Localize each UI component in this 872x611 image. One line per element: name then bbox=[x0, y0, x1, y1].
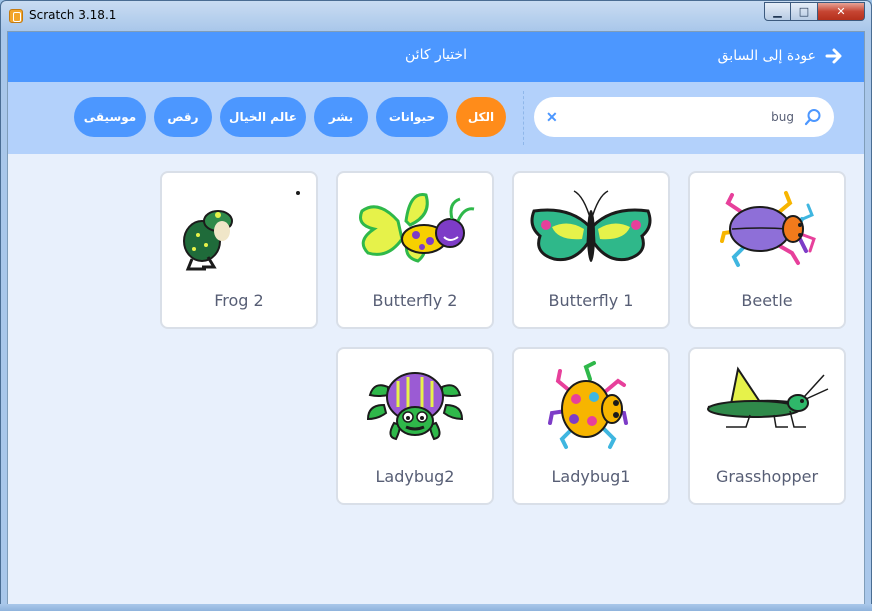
sprite-grid: Beetle Butterfly 1 Butterfly 2 Frog 2 Gr… bbox=[8, 154, 864, 604]
app-window: Scratch 3.18.1 ▁ □ ✕ اختيار كائن عودة إل… bbox=[0, 0, 872, 611]
search-input[interactable] bbox=[557, 110, 804, 124]
ladybug2-image bbox=[366, 372, 464, 441]
minimize-button[interactable]: ▁ bbox=[764, 2, 791, 21]
sprite-card-butterfly-1[interactable]: Butterfly 1 bbox=[512, 171, 670, 329]
tag-fantasy[interactable]: عالم الخيال bbox=[220, 97, 306, 137]
back-button[interactable]: عودة إلى السابق bbox=[718, 46, 844, 66]
sprite-label: Butterfly 2 bbox=[372, 291, 458, 310]
clear-search-icon[interactable]: ✕ bbox=[546, 109, 558, 126]
sprite-label: Grasshopper bbox=[715, 467, 819, 486]
filter-bar: موسيقى رقص عالم الخيال بشر حيوانات الكل … bbox=[8, 82, 864, 154]
window-controls: ▁ □ ✕ bbox=[764, 2, 865, 22]
search-icon[interactable] bbox=[804, 108, 822, 126]
frog-2-image bbox=[183, 191, 300, 271]
sprite-card-butterfly-2[interactable]: Butterfly 2 bbox=[336, 171, 494, 329]
tag-filters: موسيقى رقص عالم الخيال بشر حيوانات الكل bbox=[74, 97, 506, 137]
beetle-image bbox=[720, 191, 816, 267]
butterfly-1-image bbox=[530, 190, 652, 262]
sprite-card-frog-2[interactable]: Frog 2 bbox=[160, 171, 318, 329]
tag-people[interactable]: بشر bbox=[314, 97, 368, 137]
sprite-label: Butterfly 1 bbox=[548, 291, 634, 310]
search-box: ✕ bbox=[534, 97, 834, 137]
sprite-library: اختيار كائن عودة إلى السابق موسيقى رقص ع… bbox=[7, 31, 865, 605]
sprite-card-beetle[interactable]: Beetle bbox=[688, 171, 846, 329]
sprite-label: Beetle bbox=[741, 291, 793, 310]
maximize-button[interactable]: □ bbox=[791, 2, 818, 21]
ladybug1-image bbox=[548, 361, 628, 449]
sprite-label: Frog 2 bbox=[214, 291, 264, 310]
window-bottom-border bbox=[0, 604, 872, 611]
sprite-card-ladybug2[interactable]: Ladybug2 bbox=[336, 347, 494, 505]
tag-dance[interactable]: رقص bbox=[154, 97, 212, 137]
window-title: Scratch 3.18.1 bbox=[29, 8, 117, 22]
scratch-app-icon bbox=[9, 9, 23, 23]
butterfly-2-image bbox=[359, 193, 475, 263]
close-button[interactable]: ✕ bbox=[818, 2, 865, 21]
sprite-card-ladybug1[interactable]: Ladybug1 bbox=[512, 347, 670, 505]
back-label: عودة إلى السابق bbox=[717, 48, 816, 64]
tag-all[interactable]: الكل bbox=[456, 97, 506, 137]
sprite-label: Ladybug2 bbox=[375, 467, 455, 486]
title-bar[interactable]: Scratch 3.18.1 ▁ □ ✕ bbox=[1, 1, 871, 31]
sprite-card-grasshopper[interactable]: Grasshopper bbox=[688, 347, 846, 505]
grasshopper-image bbox=[707, 366, 829, 428]
arrow-right-icon bbox=[825, 48, 842, 64]
sprite-label: Ladybug1 bbox=[551, 467, 631, 486]
tag-animals[interactable]: حيوانات bbox=[376, 97, 448, 137]
filter-divider bbox=[523, 91, 524, 145]
library-header: اختيار كائن عودة إلى السابق bbox=[8, 32, 864, 82]
tag-music[interactable]: موسيقى bbox=[74, 97, 146, 137]
